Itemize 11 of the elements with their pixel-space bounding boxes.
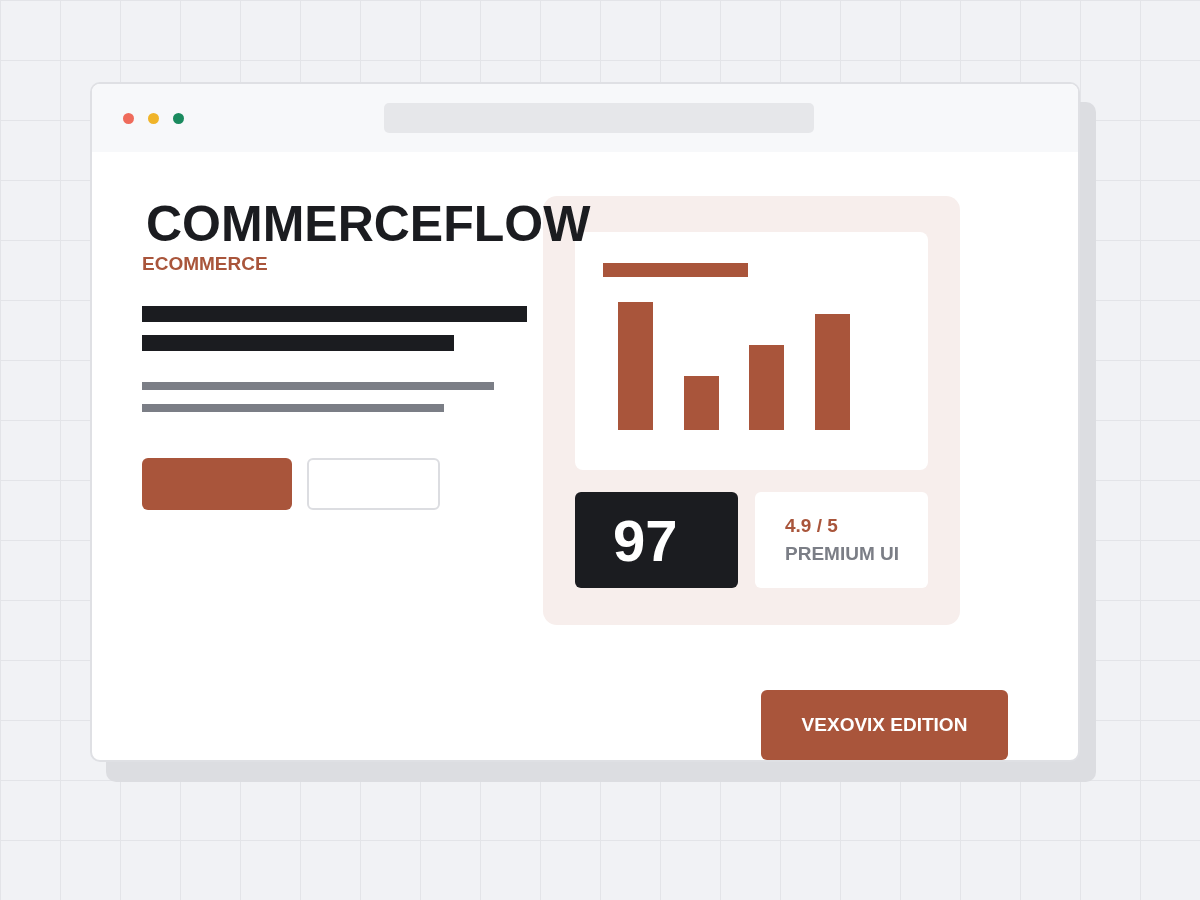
rating-text: 4.9 / 5 xyxy=(785,515,839,537)
brand-title: COMMERCEFLOW xyxy=(146,196,591,254)
close-dot-icon[interactable] xyxy=(123,112,134,124)
minimize-dot-icon[interactable] xyxy=(148,112,159,124)
primary-button[interactable] xyxy=(142,458,292,511)
chart-bar xyxy=(684,376,719,430)
tagline-text: PREMIUM UI xyxy=(785,543,900,565)
maximize-dot-icon[interactable] xyxy=(173,112,184,124)
edition-button[interactable]: VEXOVIX EDITION xyxy=(761,690,1008,760)
brand-subtitle: ECOMMERCE xyxy=(142,253,269,275)
score-number: 97 xyxy=(575,492,738,588)
